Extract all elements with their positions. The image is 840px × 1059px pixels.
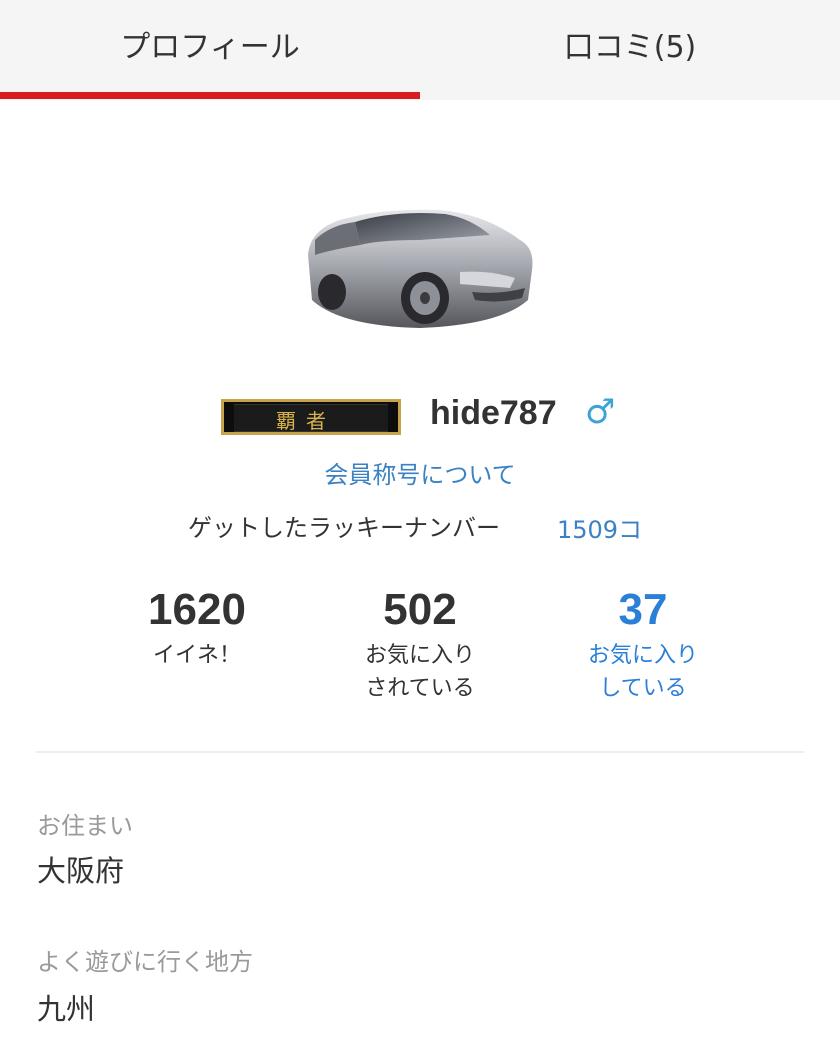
stat-favorited-by-label: お気に入り されている [364,643,475,701]
active-tab-indicator [0,92,420,99]
avatar-car-image [308,209,533,328]
tab-bar: プロフィール 口コミ(5) [0,0,840,100]
tab-profile-label: プロフィール [120,30,300,65]
frequent-region-label: よく遊びに行く地方 [37,948,253,976]
stat-likes-count: 1620 [148,585,246,634]
rank-badge-emblem: 覇者 [276,409,336,433]
section-divider [36,751,804,753]
tab-reviews-label: 口コミ(5) [563,30,697,65]
stat-favorited-by-count: 502 [383,585,457,634]
residence-value: 大阪府 [37,854,125,888]
tab-profile[interactable]: プロフィール [0,0,420,100]
stat-likes-label: イイネ！ [152,643,241,668]
lucky-number-count[interactable]: 1509コ [557,510,642,545]
username: hide787 [430,394,557,432]
lucky-number-label: ゲットしたラッキーナンバー [188,514,500,542]
stat-favorited-by: 502 お気に入り されている [300,585,540,705]
stat-favoriting[interactable]: 37 お気に入り している [523,585,763,705]
tab-reviews[interactable]: 口コミ(5) [420,0,840,100]
stat-favoriting-label: お気に入り している [587,643,698,701]
stat-likes: 1620 イイネ！ [77,585,317,672]
stat-favoriting-count: 37 [618,585,668,634]
male-icon: ♂ [585,392,616,432]
frequent-region-value: 九州 [37,992,96,1026]
lucky-number-row: ゲットしたラッキーナンバー 1509コ [0,508,840,545]
rank-info-link[interactable]: 会員称号について [0,455,840,490]
residence-label: お住まい [37,812,133,840]
profile-name-row: 覇者 hide787 ♂ [0,392,840,442]
rank-badge: 覇者 [221,399,401,435]
